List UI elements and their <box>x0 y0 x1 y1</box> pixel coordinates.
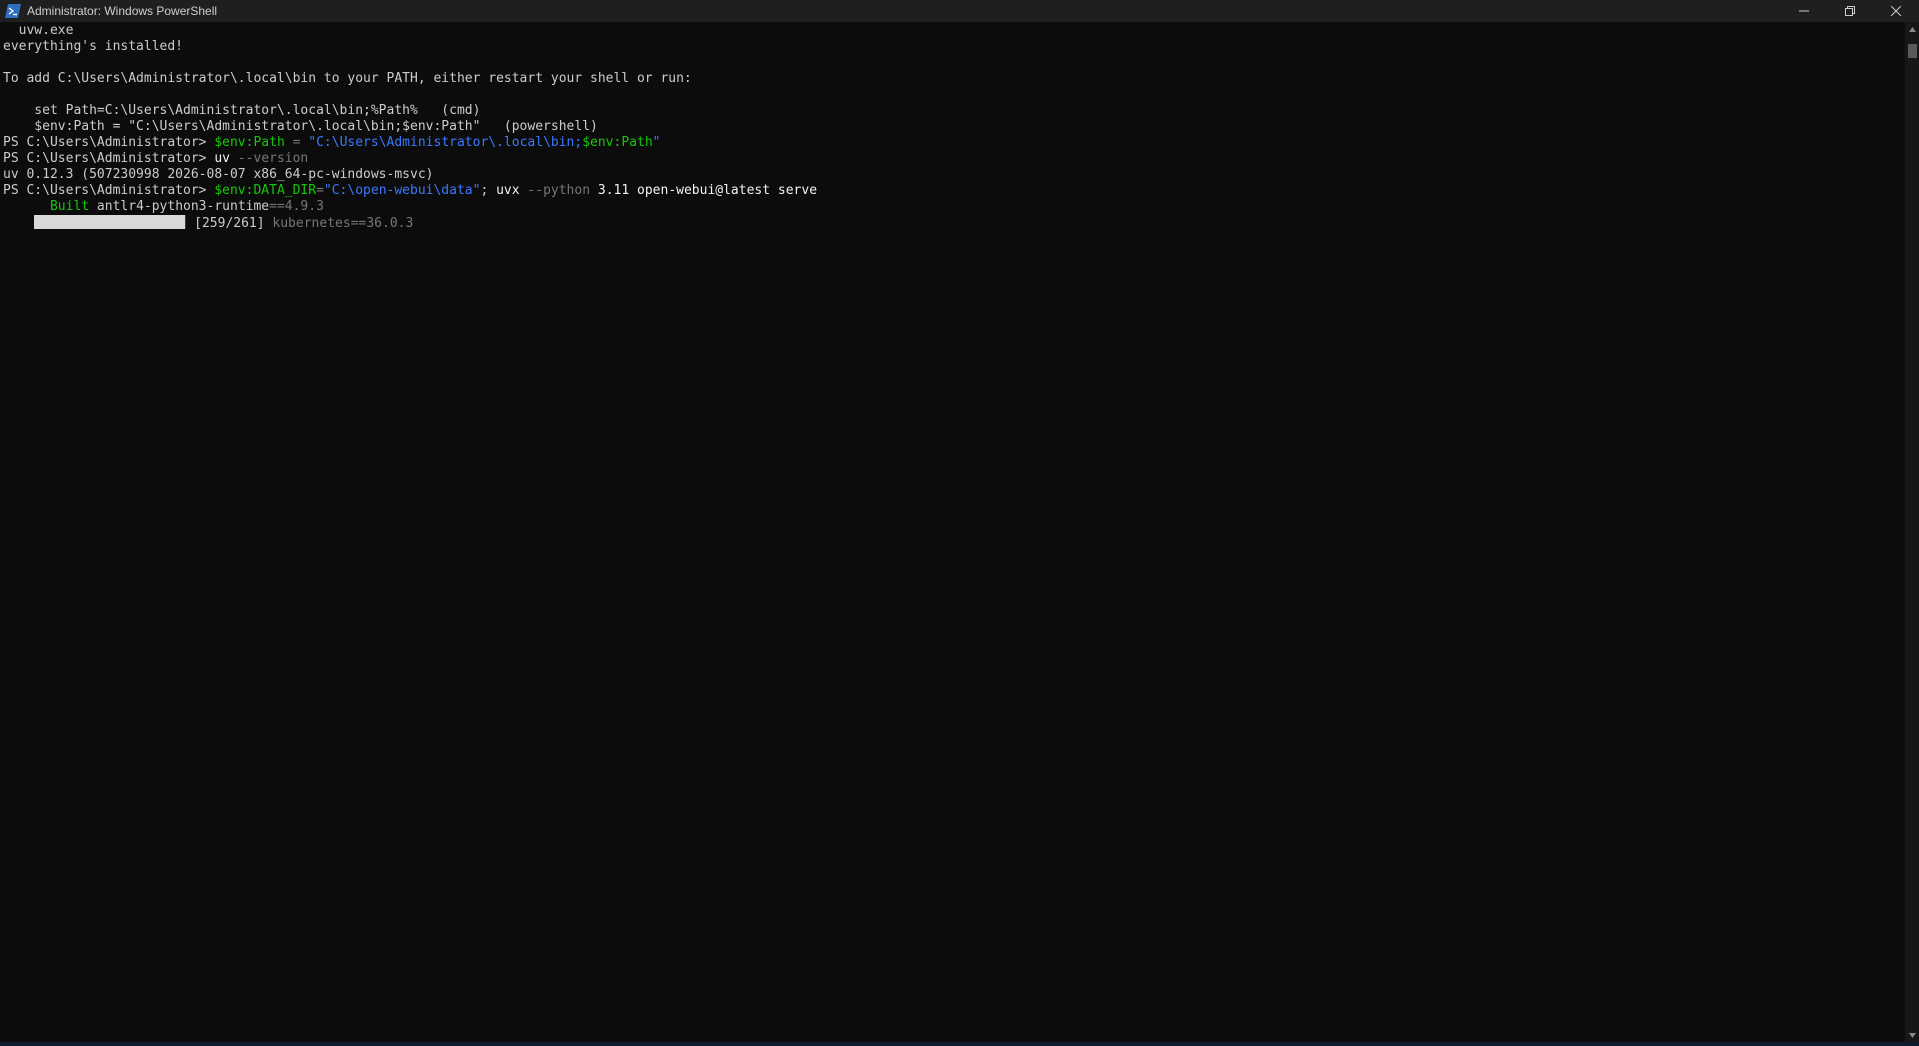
terminal-line: everything's installed! <box>3 39 817 55</box>
terminal-line: PS C:\Users\Administrator> uv --version <box>3 151 817 167</box>
terminal-text-segment: PS C:\Users\Administrator> <box>3 135 215 150</box>
terminal-text-segment: PS C:\Users\Administrator> <box>3 183 215 198</box>
progress-counter: [259/261] <box>186 216 273 231</box>
terminal-text-segment: uvw.exe <box>3 23 74 38</box>
terminal-text-segment: set Path=C:\Users\Administrator\.local\b… <box>3 103 481 118</box>
terminal-line: uvw.exe <box>3 23 817 39</box>
terminal-text-segment: = <box>284 135 309 150</box>
close-icon <box>1891 6 1901 16</box>
scroll-down-icon <box>1908 1032 1916 1038</box>
terminal-text-segment: To add C:\Users\Administrator\.local\bin… <box>3 71 692 86</box>
progress-package-name: kubernetes <box>272 216 351 231</box>
terminal-text-segment: --python <box>519 183 591 198</box>
scroll-up-button[interactable] <box>1905 22 1919 36</box>
progress-bar <box>34 215 187 229</box>
powershell-icon <box>5 4 21 18</box>
window-controls <box>1781 0 1919 22</box>
terminal-text-segment: $env:Path <box>582 135 653 150</box>
terminal-line: uv 0.12.3 (507230998 2026-08-07 x86_64-p… <box>3 167 817 183</box>
terminal-text-segment: "C:\open-webui\data" <box>323 183 481 198</box>
terminal-text-segment: uv <box>214 151 230 166</box>
terminal-text-segment: $env:Path <box>214 135 285 150</box>
taskbar-edge <box>0 1042 1919 1046</box>
scroll-down-button[interactable] <box>1905 1028 1919 1042</box>
terminal-text-segment: $env:Path = "C:\Users\Administrator\.loc… <box>3 119 598 134</box>
terminal-line: PS C:\Users\Administrator> $env:Path = "… <box>3 135 817 151</box>
terminal-text-segment: uv 0.12.3 (507230998 2026-08-07 x86_64-p… <box>3 167 434 182</box>
scroll-up-icon <box>1908 26 1916 32</box>
title-bar[interactable]: Administrator: Windows PowerShell <box>0 0 1919 22</box>
terminal-text-segment: everything's installed! <box>3 39 184 54</box>
minimize-button[interactable] <box>1781 0 1827 22</box>
terminal-line: set Path=C:\Users\Administrator\.local\b… <box>3 103 817 119</box>
restore-button[interactable] <box>1827 0 1873 22</box>
terminal-line: $env:Path = "C:\Users\Administrator\.loc… <box>3 119 817 135</box>
terminal-lines: uvw.exe everything's installed! To add C:\… <box>3 23 817 215</box>
terminal-text-segment: PS C:\Users\Administrator> <box>3 151 215 166</box>
terminal-text-segment: --version <box>229 151 309 166</box>
terminal-text-segment: $env:DATA_DIR <box>214 183 317 198</box>
terminal-output[interactable]: uvw.exe everything's installed! To add C:\… <box>0 22 1905 1042</box>
terminal-text-segment: ; <box>480 183 497 198</box>
scroll-thumb[interactable] <box>1908 44 1917 58</box>
terminal-text-segment: uvx <box>496 183 520 198</box>
progress-line: [259/261] kubernetes==36.0.3 <box>3 199 413 248</box>
terminal-line: PS C:\Users\Administrator> $env:DATA_DIR… <box>3 183 817 199</box>
terminal-line: To add C:\Users\Administrator\.local\bin… <box>3 71 817 87</box>
terminal-text-segment: "C:\Users\Administrator\.local\bin; <box>308 135 583 150</box>
close-button[interactable] <box>1873 0 1919 22</box>
terminal-text-segment: " <box>652 135 661 150</box>
terminal-text-segment: = <box>316 183 324 198</box>
restore-icon <box>1845 6 1855 16</box>
progress-package-version: ==36.0.3 <box>350 216 414 231</box>
terminal-text-segment: 3.11 open-webui@latest serve <box>590 183 818 198</box>
progress-fill <box>34 215 186 229</box>
vertical-scrollbar[interactable] <box>1905 22 1919 1042</box>
minimize-icon <box>1799 10 1809 12</box>
window-title: Administrator: Windows PowerShell <box>27 4 218 18</box>
